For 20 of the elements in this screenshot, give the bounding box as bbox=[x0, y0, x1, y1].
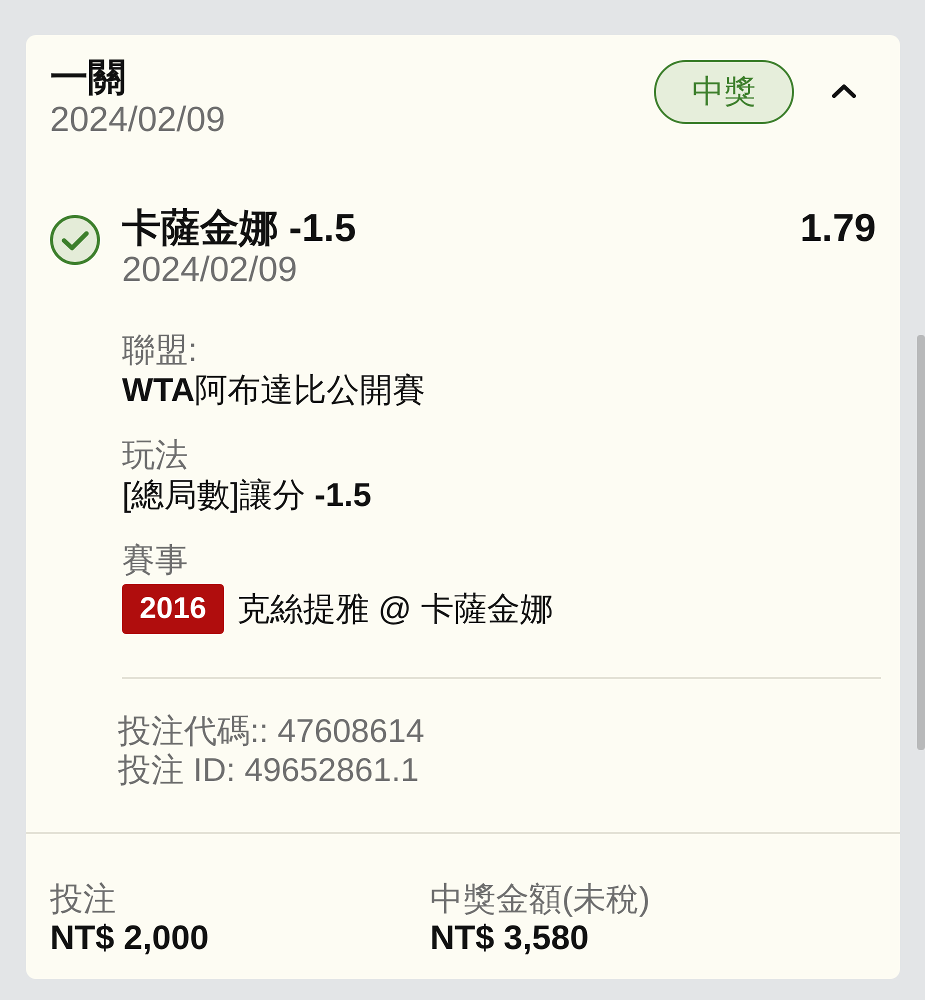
bet-reference: 投注 ID: 49652861.1 bbox=[118, 750, 420, 789]
chevron-up-icon[interactable] bbox=[831, 83, 857, 99]
odds-value: 1.79 bbox=[800, 208, 876, 250]
status-badge: 中獎 bbox=[654, 60, 794, 124]
bet-reference: 投注代碼:: 47608614 bbox=[118, 711, 426, 750]
detail-label: 賽事 bbox=[122, 540, 189, 580]
bet-type-title: 一關 bbox=[50, 56, 127, 100]
detail-value: [總局數]讓分 -1.5 bbox=[122, 475, 372, 515]
detail-label: 聯盟: bbox=[122, 330, 198, 370]
selection-title: 卡薩金娜 -1.5 bbox=[122, 208, 358, 250]
summary-amount: NT$ 2,000 bbox=[50, 919, 210, 957]
summary-label: 中獎金額(未稅) bbox=[430, 879, 651, 919]
detail-value: WTA阿布達比公開賽 bbox=[122, 370, 427, 410]
summary-amount: NT$ 3,580 bbox=[430, 919, 590, 957]
bet-date: 2024/02/09 bbox=[50, 100, 226, 140]
detail-value: 克絲提雅 @ 卡薩金娜 bbox=[237, 589, 553, 629]
detail-label: 玩法 bbox=[122, 435, 189, 475]
event-code-tag: 2016 bbox=[122, 584, 224, 634]
selection-date: 2024/02/09 bbox=[122, 250, 298, 290]
summary-label: 投注 bbox=[50, 879, 117, 919]
